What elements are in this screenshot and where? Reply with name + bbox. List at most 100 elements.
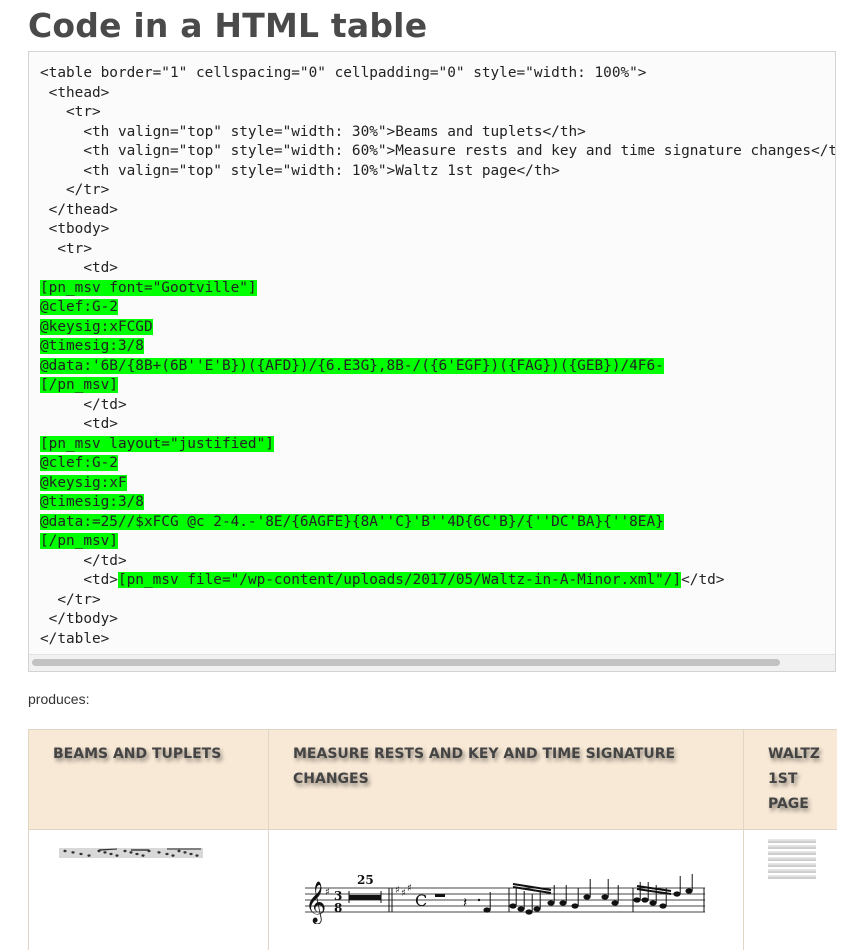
code-text: <table border="1" cellspacing="0" cellpa… [40,65,647,81]
shortcode-highlight: [/pn_msv] [40,377,118,393]
shortcode-highlight: @timesig:3/8 [40,494,144,510]
code-text: </td> [40,552,127,569]
note-head [611,900,619,906]
code-text: </thead> [40,201,118,218]
note-head [177,849,181,853]
code-text: </tr> [40,182,110,198]
code-text: <tr> [40,240,92,257]
note-head [571,903,579,909]
code-line: <tr> [40,240,835,260]
code-line: <tbody> [40,220,835,240]
time-signature-bottom: 8 [334,901,342,915]
code-line: </thead> [40,201,835,221]
code-line: @clef:G-2 [40,298,835,318]
code-line: </tr> [40,591,835,611]
code-line: <th valign="top" style="width: 10%">Walt… [40,162,835,182]
code-line: @timesig:3/8 [40,337,835,357]
code-text: </tbody> [40,611,118,627]
code-line: @keysig:xF [40,474,835,494]
shortcode-highlight: [pn_msv layout="justified"] [40,435,274,452]
code-text: </tr> [40,591,101,608]
horizontal-scrollbar[interactable] [29,654,835,671]
cell-beams-and-tuplets [28,829,269,950]
note-head [649,900,657,906]
note-head [79,852,83,856]
code-line: @clef:G-2 [40,454,835,474]
note-head [183,851,187,854]
note-head [483,907,491,913]
shortcode-highlight: @clef:G-2 [40,455,118,471]
code-line: [/pn_msv] [40,532,835,552]
note-head [601,894,609,900]
code-line: <table border="1" cellspacing="0" cellpa… [40,64,835,84]
note-head [525,909,533,915]
table-row: 𝄞 ♯ 3 8 25 ♯ ♯ ♯ C 𝄽 [28,829,837,950]
score-waltz-thumbnail [768,839,816,879]
code-line: </td> [40,552,835,572]
page-title: Code in a HTML table [28,6,428,45]
sharp-icon: ♯ [325,887,330,898]
note-head [103,851,107,854]
header-waltz-first-page: WALTZ 1ST PAGE [743,729,837,830]
header-measure-rests: MEASURE RESTS AND KEY AND TIME SIGNATURE… [268,729,744,830]
note-head [673,891,681,897]
code-line: @timesig:3/8 [40,493,835,513]
note-head [63,849,67,853]
score-beams-tuplets [59,848,203,858]
svg-text:♯: ♯ [407,883,412,894]
code-line: <td>[pn_msv file="/wp-content/uploads/20… [40,571,835,591]
result-table-wrapper: BEAMS AND TUPLETS MEASURE RESTS AND KEY … [28,729,837,950]
code-text: </td> [681,572,725,588]
note-head [129,851,133,854]
code-line: @data:'6B/{8B+(6B''E'B})({AFD})/{6.E3G},… [40,357,835,377]
code-text: <td> [40,572,118,588]
treble-clef-icon: 𝄞 [305,881,326,924]
score-measure-rests: 𝄞 ♯ 3 8 25 ♯ ♯ ♯ C 𝄽 [305,874,705,924]
code-text: <tr> [40,104,101,120]
shortcode-highlight: @keysig:xF [40,474,127,491]
note-head [115,854,119,857]
code-line: @data:=25//$xFCG @c 2-4.-'8E/{6AGFE}{8A'… [40,513,835,533]
note-head [123,849,127,853]
code-line: <td> [40,415,835,435]
note-head [171,854,175,857]
code-text: <tbody> [40,221,110,237]
code-line: [pn_msv layout="justified"] [40,435,835,455]
shortcode-highlight: [/pn_msv] [40,533,118,549]
note-head [659,903,667,909]
measure-rest-number: 25 [357,874,374,887]
header-beams-and-tuplets: BEAMS AND TUPLETS [28,729,269,830]
code-text: </table> [40,630,110,647]
note-head [533,906,541,912]
code-text: <td> [40,416,118,432]
code-line: @keysig:xFCGD [40,318,835,338]
shortcode-highlight: @keysig:xFCGD [40,318,153,335]
note-head [135,852,139,856]
code-line: [pn_msv font="Gootville"] [40,279,835,299]
code-text: <thead> [40,84,110,101]
code-block[interactable]: <table border="1" cellspacing="0" cellpa… [28,51,836,672]
code-line: <th valign="top" style="width: 30%">Beam… [40,123,835,143]
code-line: <th valign="top" style="width: 60%">Meas… [40,142,836,162]
common-time-symbol: C [415,891,427,910]
cell-waltz-first-page [743,829,837,950]
code-line: <td> [40,259,835,279]
table-header-row: BEAMS AND TUPLETS MEASURE RESTS AND KEY … [28,729,837,830]
shortcode-highlight: [pn_msv font="Gootville"] [40,279,257,296]
shortcode-highlight: @clef:G-2 [40,299,118,315]
multi-measure-rest-icon [349,895,381,900]
note-head [509,903,517,909]
code-line: </table> [40,630,835,650]
note-head [547,900,555,906]
note-head [165,852,169,856]
code-text: <th valign="top" style="width: 60%">Meas… [40,143,836,159]
produces-label: produces: [28,691,90,707]
quarter-rest-icon: 𝄽 [463,895,467,911]
note-head [141,854,145,857]
note-head [517,906,525,912]
scrollbar-thumb[interactable] [32,659,780,666]
note-head [633,897,641,903]
note-head [109,852,113,856]
svg-text:♯: ♯ [395,885,400,896]
note-head [685,888,693,894]
